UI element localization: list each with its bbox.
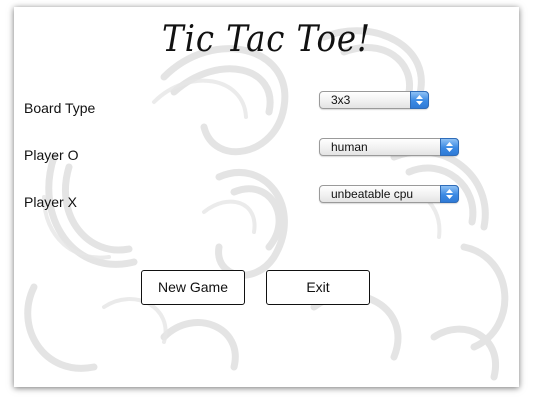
up-down-arrows-icon[interactable] bbox=[440, 185, 459, 203]
board-type-label: Board Type bbox=[24, 100, 96, 116]
player-x-select[interactable]: unbeatable cpu bbox=[319, 185, 459, 203]
up-down-arrows-icon[interactable] bbox=[440, 138, 459, 156]
new-game-button[interactable]: New Game bbox=[141, 270, 245, 305]
player-x-label: Player X bbox=[24, 194, 77, 210]
board-type-select[interactable]: 3x3 bbox=[319, 91, 429, 109]
board-type-value: 3x3 bbox=[331, 93, 351, 107]
exit-button[interactable]: Exit bbox=[266, 270, 370, 305]
up-down-arrows-icon[interactable] bbox=[410, 91, 429, 109]
player-o-label: Player O bbox=[24, 147, 79, 163]
game-title: Tic Tac Toe! bbox=[162, 19, 371, 60]
game-window: Tic Tac Toe! Board Type 3x3 Player O hum… bbox=[14, 7, 519, 387]
player-x-value: unbeatable cpu bbox=[331, 187, 414, 201]
player-o-select[interactable]: human bbox=[319, 138, 459, 156]
player-o-value: human bbox=[331, 140, 368, 154]
